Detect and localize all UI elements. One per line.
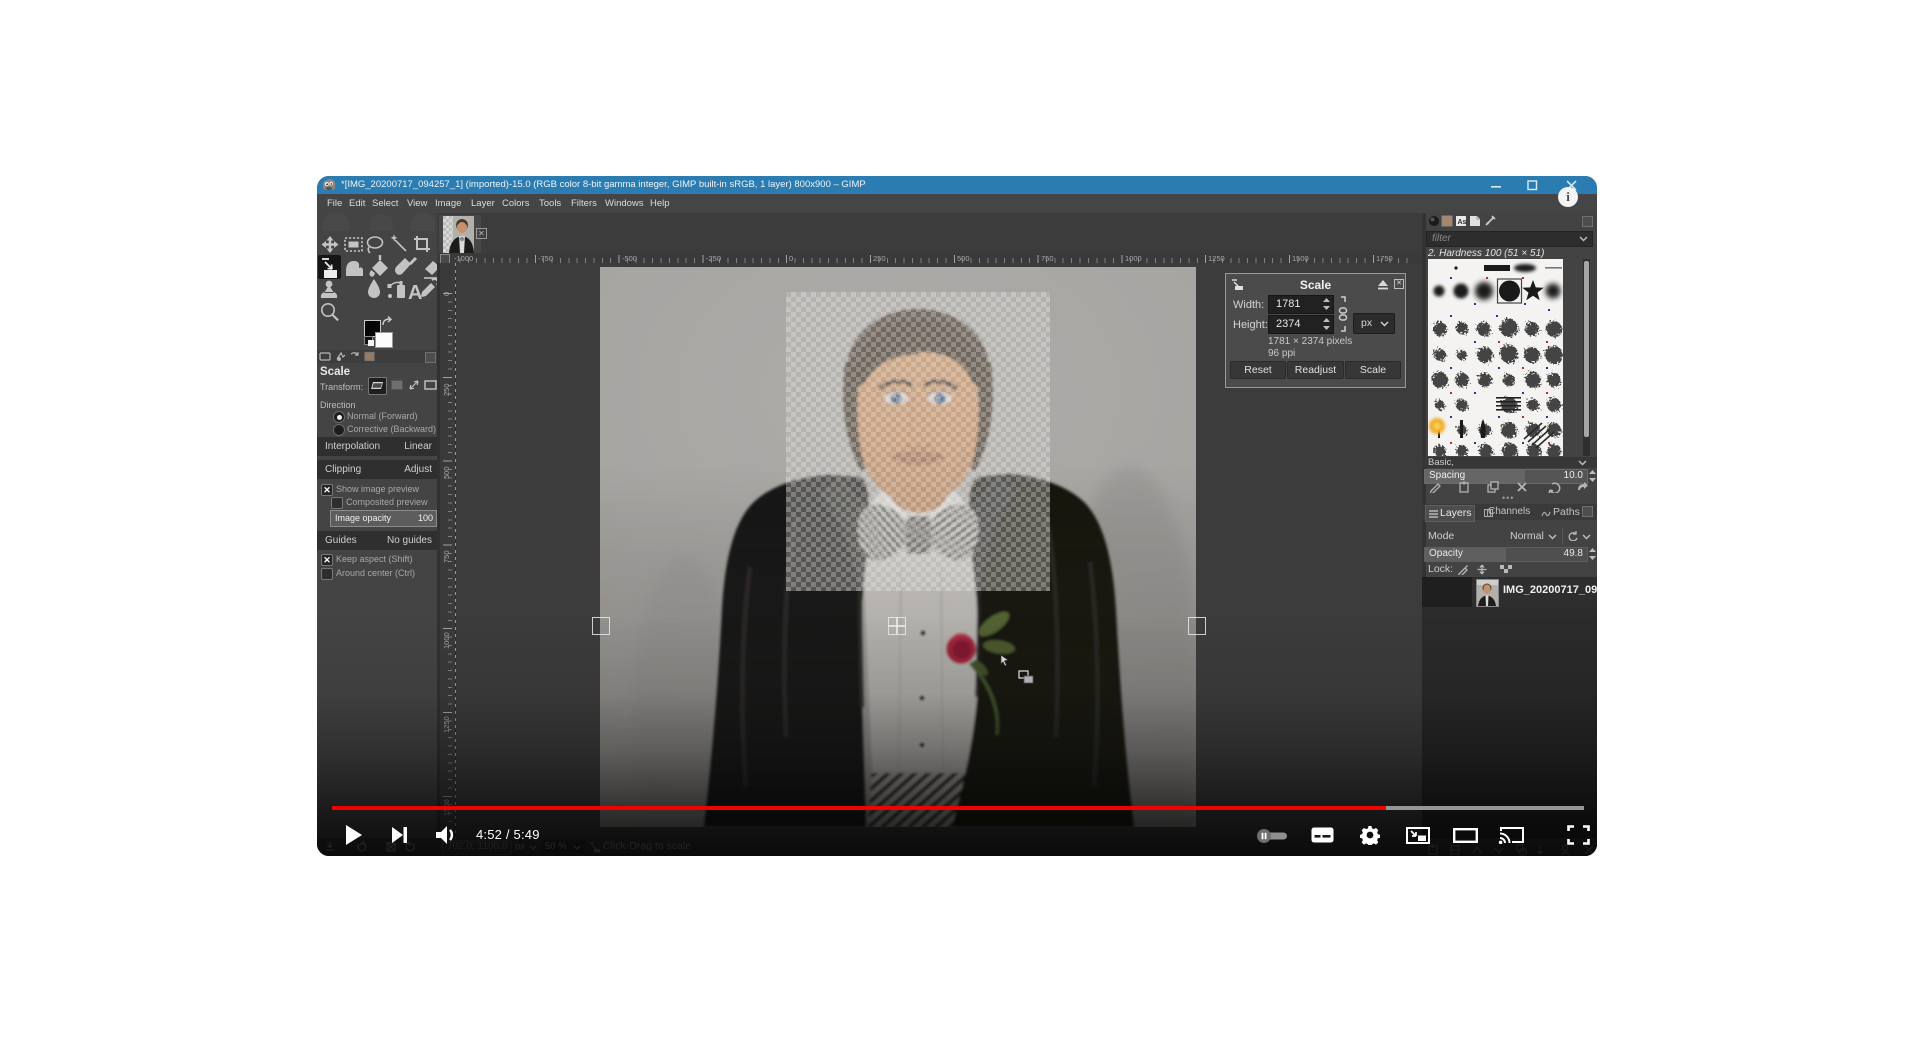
svg-text:A: A (408, 282, 422, 304)
svg-text:As: As (1458, 219, 1467, 226)
